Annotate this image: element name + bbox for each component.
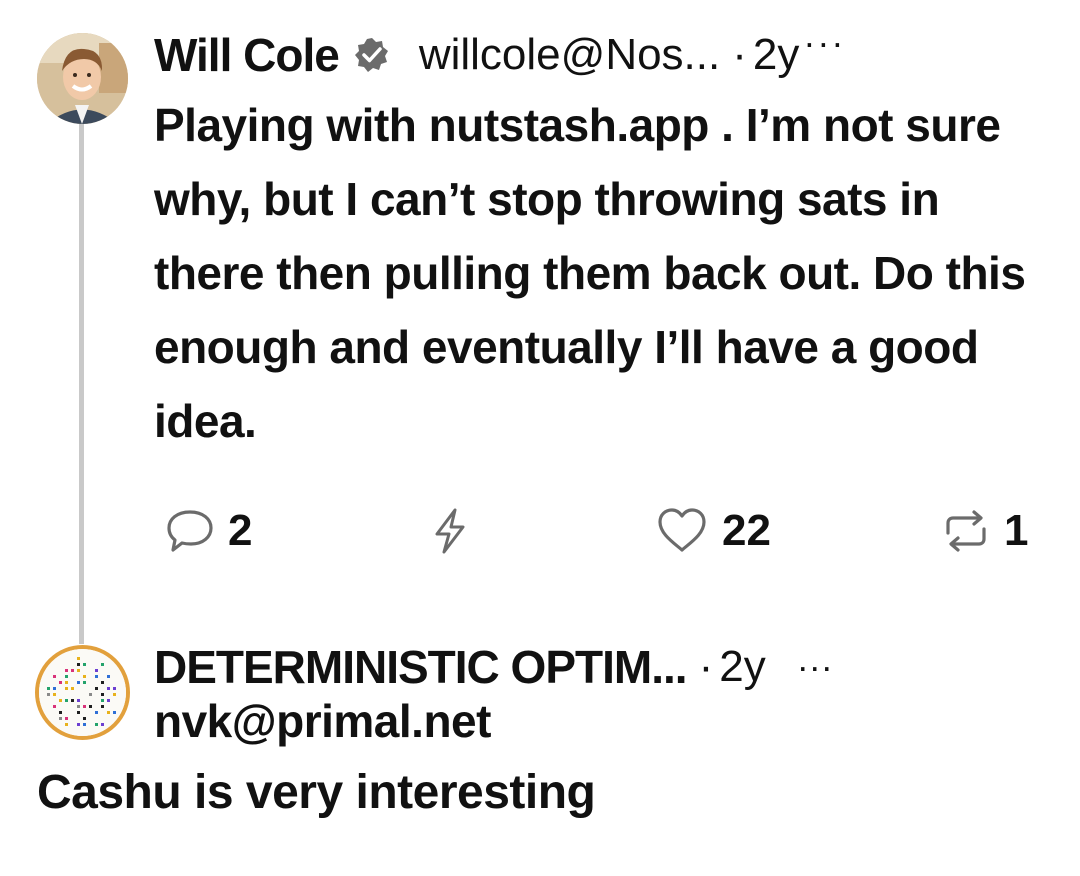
- reply-meta-separator: ·: [698, 642, 714, 691]
- post-content: Playing with nutstash.app . I’m not sure…: [154, 99, 1026, 447]
- repost-button[interactable]: 1: [940, 500, 1028, 562]
- reply-author-handle[interactable]: nvk@primal.net: [154, 694, 491, 748]
- reply-content: Cashu is very interesting: [37, 766, 596, 819]
- reply-count: 2: [228, 506, 253, 555]
- author-avatar[interactable]: [37, 33, 128, 124]
- reply-button[interactable]: 2: [164, 500, 252, 562]
- post-actions-bar: 2 22 1: [154, 500, 1044, 562]
- pixel-pattern-avatar-icon: [39, 649, 126, 736]
- thread-connector-line: [79, 122, 84, 644]
- more-options-icon[interactable]: ···: [803, 22, 845, 64]
- chat-bubble-icon: [167, 510, 213, 552]
- post-header: Will Cole willcole@Nos... · 2y ···: [154, 22, 1034, 84]
- avatar-photo-icon: [37, 33, 128, 124]
- zap-button[interactable]: [428, 500, 472, 562]
- author-handle[interactable]: willcole@Nos...: [419, 30, 720, 80]
- reply-more-options-icon[interactable]: ...: [798, 638, 834, 680]
- reply-author-name[interactable]: DETERMINISTIC OPTIM...: [154, 640, 688, 694]
- author-name[interactable]: Will Cole: [154, 28, 340, 82]
- verified-badge-icon: [353, 36, 391, 74]
- reply-author-avatar[interactable]: [35, 645, 130, 740]
- like-count: 22: [722, 506, 771, 555]
- reply-header: DETERMINISTIC OPTIM... · 2y ...: [154, 638, 1034, 696]
- meta-separator: ·: [732, 30, 747, 79]
- like-button[interactable]: 22: [654, 500, 771, 562]
- post-time: 2y: [752, 30, 800, 79]
- repost-arrows-icon: [946, 510, 986, 552]
- heart-icon: [658, 508, 706, 552]
- repost-count: 1: [1004, 506, 1029, 555]
- reply-time: 2y: [719, 642, 766, 691]
- lightning-bolt-icon: [435, 508, 465, 554]
